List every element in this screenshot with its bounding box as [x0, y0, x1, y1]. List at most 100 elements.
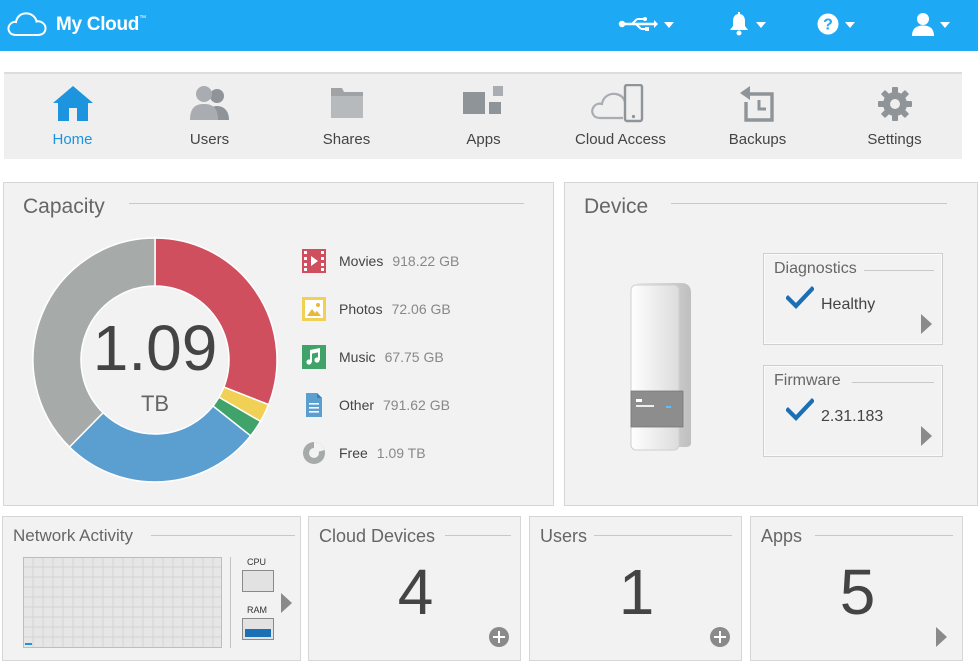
device-panel: Device Diagnostics Healthy Firmware 2.31…: [564, 182, 978, 506]
main-nav: Home Users Shares Apps Cloud Access Back…: [4, 72, 962, 159]
photos-icon: [302, 297, 326, 321]
network-activity-panel: Network Activity CPU RAM: [2, 516, 301, 661]
users-panel: Users 1: [529, 516, 742, 661]
top-bar: My Cloud™ ?: [0, 0, 978, 51]
legend-name: Movies: [339, 253, 384, 269]
notifications-menu[interactable]: [728, 10, 766, 38]
chevron-right-icon[interactable]: [921, 314, 932, 334]
pie-icon: [303, 442, 325, 464]
backups-icon: [739, 86, 774, 122]
chevron-right-icon[interactable]: [281, 593, 292, 613]
legend-name: Photos: [339, 301, 383, 317]
user-icon: [912, 13, 934, 36]
chevron-down-icon: [756, 22, 766, 28]
help-menu[interactable]: ?: [817, 10, 855, 38]
network-activity-graph: [23, 557, 222, 648]
divider: [671, 203, 947, 204]
device-image: [630, 283, 691, 451]
divider: [815, 535, 953, 536]
cloud-access-icon: [590, 84, 643, 123]
nav-item-shares[interactable]: Shares: [278, 74, 415, 159]
divider: [594, 535, 732, 536]
add-user-button[interactable]: [710, 627, 730, 647]
home-icon: [52, 86, 93, 121]
cpu-meter: [242, 570, 274, 592]
add-cloud-device-button[interactable]: [489, 627, 509, 647]
help-icon: ?: [817, 13, 839, 35]
legend-value: 72.06 GB: [391, 301, 451, 317]
capacity-panel: Capacity 1.09 TB Movies 918.22 GB Photos…: [3, 182, 554, 506]
user-menu[interactable]: [912, 10, 950, 38]
legend-item-other: Other 791.62 GB: [302, 393, 450, 417]
panel-title: Network Activity: [13, 526, 133, 545]
checkmark-icon: [786, 286, 814, 310]
firmware-version: 2.31.183: [821, 408, 884, 425]
legend-value: 1.09 TB: [376, 445, 426, 461]
legend-name: Other: [339, 397, 375, 413]
nav-item-apps[interactable]: Apps: [415, 74, 552, 159]
panel-title: Device: [584, 195, 649, 218]
legend-item-movies: Movies 918.22 GB: [302, 249, 459, 273]
nav-label: Users: [189, 131, 230, 148]
chevron-down-icon: [940, 22, 950, 28]
legend-item-free: Free 1.09 TB: [302, 441, 426, 465]
apps-panel: Apps 5: [750, 516, 963, 661]
music-icon: [302, 345, 326, 369]
divider: [445, 535, 511, 536]
gear-icon: [877, 87, 912, 121]
folder-icon: [330, 88, 363, 118]
firmware-card[interactable]: Firmware 2.31.183: [763, 365, 943, 457]
bell-icon: [730, 12, 748, 36]
users-count: 1: [618, 556, 655, 628]
cpu-label: CPU: [247, 557, 267, 567]
legend-item-music: Music 67.75 GB: [302, 345, 444, 369]
nav-item-users[interactable]: Users: [141, 74, 278, 159]
cloud-devices-count: 4: [397, 556, 434, 628]
legend-name: Music: [339, 349, 376, 365]
diagnostics-status: Healthy: [821, 296, 876, 313]
nav-label: Cloud Access: [575, 131, 666, 148]
nav-label: Home: [52, 131, 93, 148]
nav-label: Shares: [322, 131, 371, 148]
legend-value: 918.22 GB: [392, 253, 460, 269]
divider: [864, 270, 934, 271]
apps-icon: [462, 86, 503, 114]
divider: [230, 557, 231, 648]
usb-menu[interactable]: [618, 10, 674, 38]
app-name[interactable]: My Cloud™: [56, 14, 146, 36]
users-icon: [189, 86, 229, 120]
cloud-logo-icon: [7, 12, 47, 36]
diagnostics-card[interactable]: Diagnostics Healthy: [763, 253, 943, 345]
chevron-down-icon: [664, 22, 674, 28]
chevron-down-icon: [845, 22, 855, 28]
nav-item-backups[interactable]: Backups: [689, 74, 826, 159]
divider: [852, 382, 934, 383]
divider: [151, 535, 295, 536]
document-icon: [306, 393, 322, 417]
chevron-right-icon[interactable]: [921, 426, 932, 446]
usb-icon: [618, 17, 658, 31]
ram-meter: [242, 618, 274, 640]
card-title: Diagnostics: [774, 260, 857, 277]
nav-label: Backups: [728, 131, 787, 148]
legend-value: 67.75 GB: [384, 349, 444, 365]
nav-item-settings[interactable]: Settings: [826, 74, 963, 159]
ram-label: RAM: [247, 605, 267, 615]
divider: [129, 203, 524, 204]
chevron-right-icon[interactable]: [936, 627, 947, 647]
nav-item-home[interactable]: Home: [4, 74, 141, 159]
nav-item-cloud-access[interactable]: Cloud Access: [552, 74, 689, 159]
nav-label: Apps: [466, 131, 501, 148]
legend-value: 791.62 GB: [383, 397, 450, 413]
cloud-devices-panel: Cloud Devices 4: [308, 516, 521, 661]
movies-icon: [302, 249, 326, 273]
checkmark-icon: [786, 398, 814, 422]
panel-title: Cloud Devices: [319, 526, 436, 546]
capacity-total-unit: TB: [140, 391, 170, 416]
nav-label: Settings: [867, 131, 922, 148]
legend-item-photos: Photos 72.06 GB: [302, 297, 451, 321]
card-title: Firmware: [774, 372, 841, 389]
panel-title: Users: [540, 526, 588, 546]
panel-title: Capacity: [23, 195, 105, 218]
panel-title: Apps: [761, 526, 803, 546]
